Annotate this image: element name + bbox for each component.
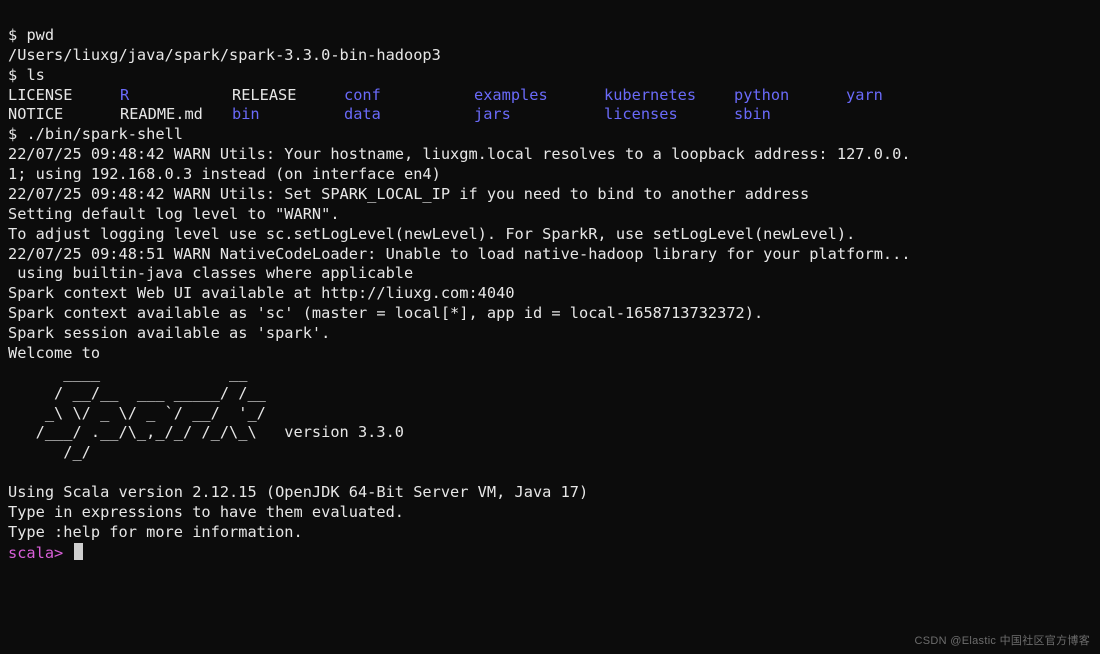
pwd-output: /Users/liuxg/java/spark/spark-3.3.0-bin-… (8, 46, 441, 64)
terminal-window[interactable]: $ pwd /Users/liuxg/java/spark/spark-3.3.… (0, 0, 1100, 654)
ls-entry: python (734, 86, 846, 106)
ls-entry: kubernetes (604, 86, 734, 106)
prompt-symbol: $ (8, 66, 17, 84)
watermark-text: CSDN @Elastic 中国社区官方博客 (915, 634, 1090, 648)
ls-entry: R (120, 86, 232, 106)
command-ls: ls (26, 66, 44, 84)
ls-entry: examples (474, 86, 604, 106)
spark-ascii-logo: ____ __ / __/__ ___ _____/ /__ _\ \/ _ \… (8, 364, 1092, 463)
ls-entry: bin (232, 105, 344, 125)
ls-entry: LICENSE (8, 86, 120, 106)
ls-entry: NOTICE (8, 105, 120, 125)
spark-footer-output: Using Scala version 2.12.15 (OpenJDK 64-… (8, 463, 1092, 543)
ls-entry: conf (344, 86, 474, 106)
ls-entry: data (344, 105, 474, 125)
ls-entry: sbin (734, 105, 846, 125)
ls-entry: jars (474, 105, 604, 125)
spark-shell-output: 22/07/25 09:48:42 WARN Utils: Your hostn… (8, 145, 1092, 364)
ls-entry (846, 105, 958, 125)
ls-entry: licenses (604, 105, 734, 125)
prompt-symbol: $ (8, 125, 17, 143)
cursor-block (74, 543, 83, 560)
ls-entry: README.md (120, 105, 232, 125)
ls-entry: yarn (846, 86, 958, 106)
prompt-symbol: $ (8, 26, 17, 44)
command-pwd: pwd (26, 26, 54, 44)
command-spark-shell: ./bin/spark-shell (26, 125, 183, 143)
scala-prompt[interactable]: scala> (8, 544, 63, 562)
ls-entry: RELEASE (232, 86, 344, 106)
ls-output: LICENSERRELEASEconfexampleskubernetespyt… (8, 86, 1092, 126)
